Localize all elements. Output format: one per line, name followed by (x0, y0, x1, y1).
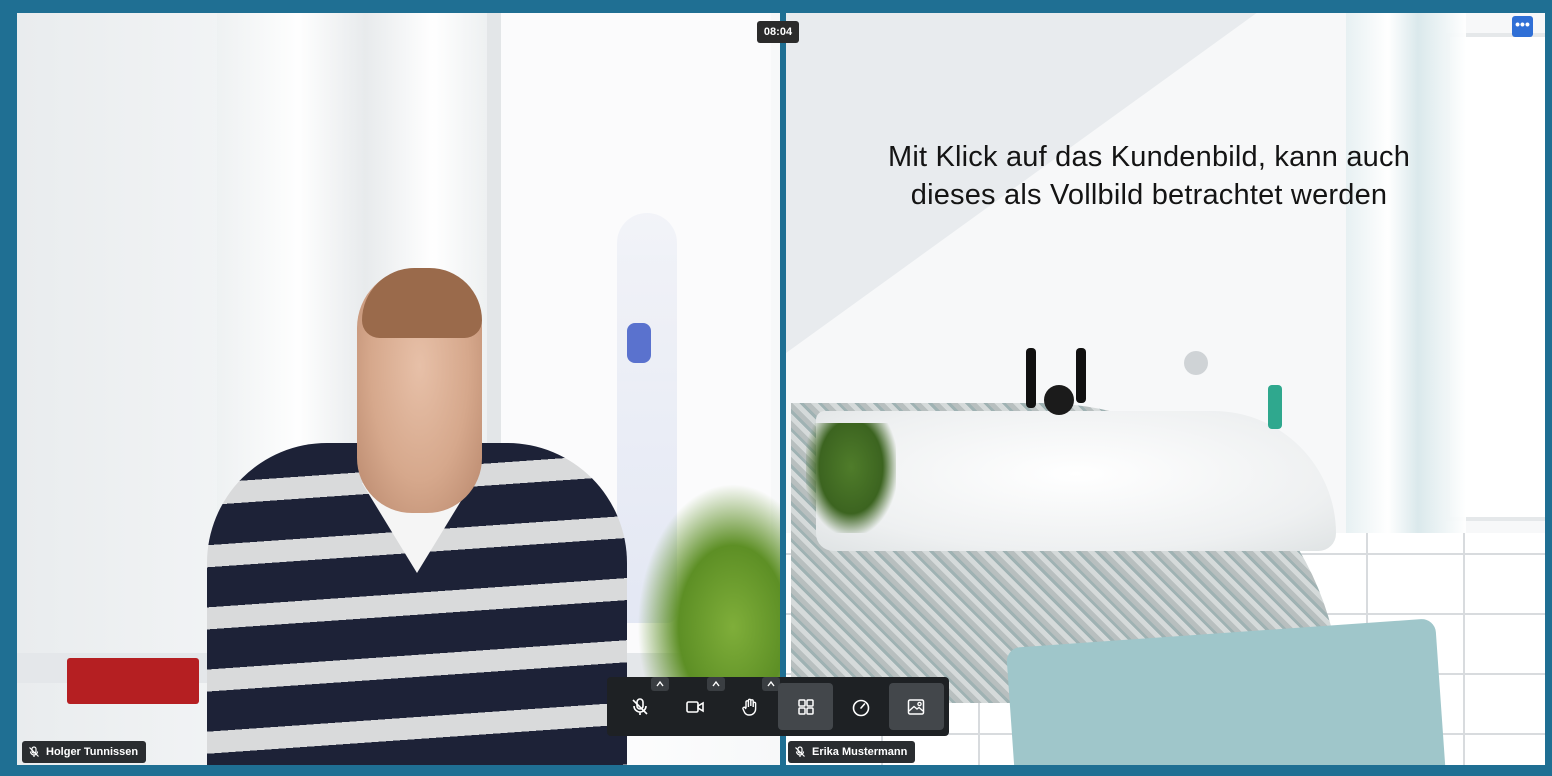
participant-name: Holger Tunnissen (46, 746, 139, 758)
camera-icon (686, 700, 704, 713)
video-tile-erika[interactable] (786, 13, 1545, 765)
background-image-icon (908, 698, 925, 715)
grid-view-button[interactable] (777, 683, 834, 730)
camera-options-button[interactable] (706, 677, 725, 691)
grid-view-icon (797, 698, 814, 715)
mute-button[interactable] (612, 677, 670, 730)
instruction-caption: Mit Klick auf das Kundenbild, kann auch … (840, 138, 1458, 214)
chevron-up-icon (712, 680, 720, 687)
chevron-up-icon (767, 680, 775, 687)
more-dots-icon: ••• (1515, 16, 1530, 32)
camera-button[interactable] (667, 677, 725, 730)
mic-muted-icon (795, 746, 805, 757)
participant-name-tag: Holger Tunnissen (22, 741, 147, 763)
connection-quality-button[interactable] (833, 683, 888, 730)
video-faucet (1184, 351, 1208, 375)
video-tile-holger[interactable] (17, 13, 780, 765)
video-vase (1026, 348, 1036, 408)
call-controls-toolbar (607, 677, 949, 736)
video-decor-ball (1044, 385, 1074, 415)
call-timer: 08:04 (757, 21, 799, 43)
caption-line-1: Mit Klick auf das Kundenbild, kann auch (887, 141, 1411, 173)
more-options-button[interactable]: ••• (1512, 16, 1533, 37)
mic-off-icon (632, 697, 648, 715)
video-plant (806, 423, 896, 533)
meeting-frame (0, 0, 1552, 776)
raise-hand-button[interactable] (723, 677, 780, 730)
participant-name: Erika Mustermann (812, 746, 908, 758)
speedometer-icon (852, 699, 870, 716)
video-power-socket (67, 658, 199, 704)
chevron-up-icon (656, 680, 664, 687)
background-image-button[interactable] (888, 683, 944, 730)
video-curtain (1346, 13, 1466, 533)
video-vase (1076, 348, 1086, 403)
mic-muted-icon (29, 746, 39, 757)
video-bottle (1268, 385, 1282, 429)
caption-line-2: dieses als Vollbild betrachtet werden (910, 179, 1388, 211)
raise-hand-icon (742, 698, 757, 716)
participant-name-tag: Erika Mustermann (788, 741, 916, 763)
